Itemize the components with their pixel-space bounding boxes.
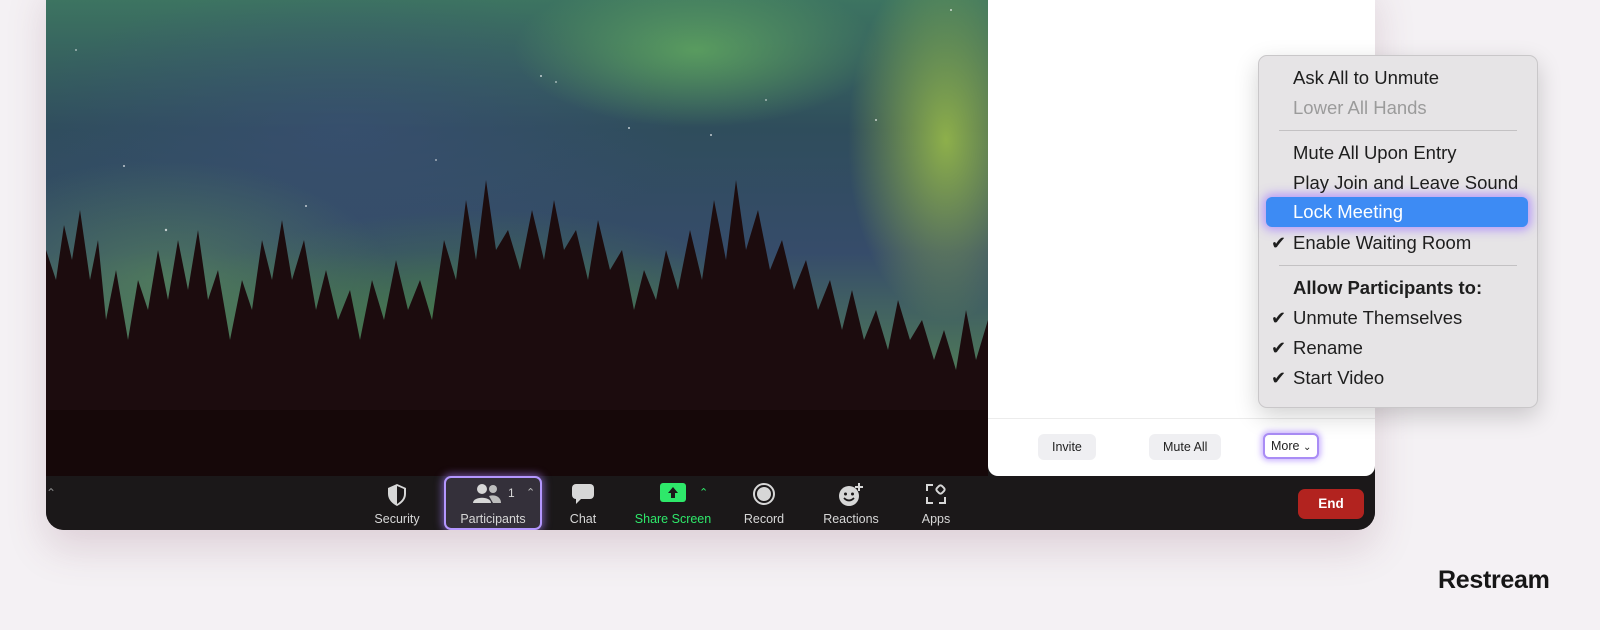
menu-item-play-join-leave-sound[interactable]: Play Join and Leave Sound: [1293, 168, 1518, 198]
chat-label: Chat: [569, 512, 597, 526]
participants-count: 1: [508, 486, 515, 500]
reactions-button[interactable]: Reactions: [806, 480, 896, 526]
share-screen-icon: [660, 483, 686, 508]
checkmark-icon: ✔: [1271, 368, 1287, 388]
chevron-left-icon[interactable]: ⌃: [46, 486, 56, 500]
menu-item-lock-meeting[interactable]: Lock Meeting: [1293, 197, 1403, 227]
participants-button[interactable]: 1 ⌃ Participants: [444, 476, 542, 530]
emoji-add-icon: [838, 483, 864, 512]
menu-item-unmute-themselves[interactable]: Unmute Themselves: [1293, 303, 1462, 333]
chat-button[interactable]: Chat: [538, 480, 628, 526]
aurora-forest-image: [46, 9, 988, 476]
more-button-label: More: [1271, 439, 1300, 453]
chevron-up-icon[interactable]: ⌃: [699, 486, 708, 499]
shield-icon: [386, 483, 408, 512]
meeting-window: Invite Mute All More ⌄ ⌃ Security 1 ⌃ Pa…: [46, 0, 1375, 530]
menu-item-rename[interactable]: Rename: [1293, 333, 1363, 363]
restream-logo: Restream: [1438, 566, 1550, 594]
more-options-menu: Ask All to Unmute Lower All Hands Mute A…: [1258, 55, 1538, 408]
checkmark-icon: ✔: [1271, 338, 1287, 358]
invite-button[interactable]: Invite: [1038, 434, 1096, 460]
record-label: Record: [743, 512, 785, 526]
reactions-label: Reactions: [823, 512, 879, 526]
participants-icon: [473, 483, 502, 508]
apps-button[interactable]: Apps: [891, 480, 981, 526]
mute-all-button[interactable]: Mute All: [1149, 434, 1222, 460]
chevron-down-icon: ⌄: [1302, 442, 1312, 453]
checkmark-icon: ✔: [1271, 233, 1287, 253]
checkmark-icon: ✔: [1271, 308, 1287, 328]
more-button[interactable]: More ⌄: [1263, 433, 1320, 459]
apps-label: Apps: [921, 512, 951, 526]
end-meeting-button[interactable]: End: [1298, 489, 1364, 519]
video-feed: [46, 0, 988, 476]
menu-divider: [1279, 265, 1517, 266]
apps-icon: [925, 483, 947, 510]
record-icon: [753, 483, 775, 510]
menu-item-enable-waiting-room[interactable]: Enable Waiting Room: [1293, 228, 1471, 258]
menu-heading-allow-participants: Allow Participants to:: [1293, 277, 1483, 298]
chat-icon: [571, 483, 595, 510]
meeting-toolbar: ⌃ Security 1 ⌃ Participants Chat ⌃ Share…: [46, 476, 1375, 530]
participants-panel-footer: Invite Mute All More ⌄: [988, 418, 1375, 475]
chevron-up-icon[interactable]: ⌃: [526, 486, 535, 499]
participants-label: Participants: [460, 512, 526, 526]
menu-item-lower-all-hands: Lower All Hands: [1293, 97, 1427, 118]
menu-divider: [1279, 130, 1517, 131]
record-button[interactable]: Record: [719, 480, 809, 526]
security-label: Security: [374, 512, 420, 526]
menu-item-ask-all-unmute[interactable]: Ask All to Unmute: [1293, 63, 1439, 93]
share-screen-button[interactable]: ⌃ Share Screen: [628, 480, 718, 526]
security-button[interactable]: Security: [352, 480, 442, 526]
menu-item-mute-all-upon-entry[interactable]: Mute All Upon Entry: [1293, 138, 1457, 168]
share-screen-label: Share Screen: [634, 512, 712, 526]
menu-item-start-video[interactable]: Start Video: [1293, 363, 1384, 393]
